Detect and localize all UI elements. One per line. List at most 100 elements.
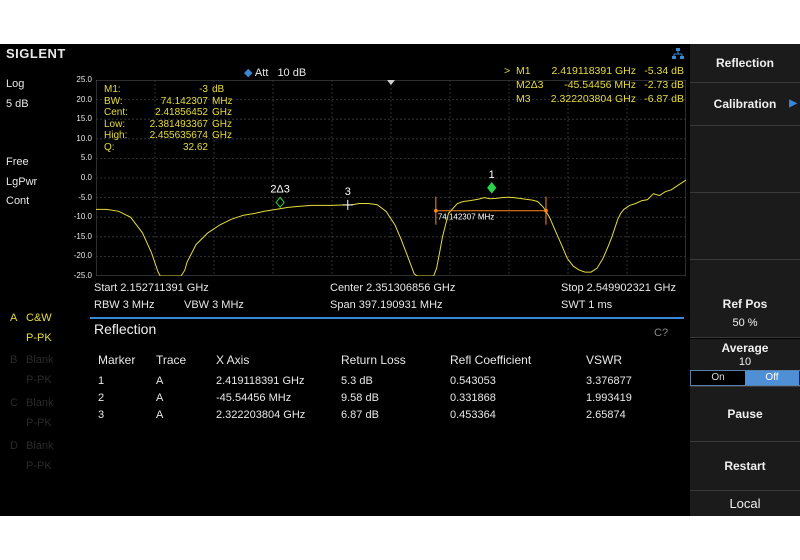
y-tick-label: 0.0	[80, 173, 92, 182]
trace-a-mode: P-PK	[26, 332, 52, 344]
calibration-button[interactable]: Calibration ▶	[690, 83, 800, 126]
bw-measure-row: Cent: 2.41856452 GHz	[104, 107, 254, 119]
reflection-button[interactable]: Reflection	[690, 44, 800, 83]
bw-measure-value: 2.41856452	[155, 107, 208, 119]
average-label: Average	[721, 341, 769, 355]
marker-2Δ3-symbol	[275, 196, 285, 209]
y-tick-label: -10.0	[73, 212, 92, 222]
marker-readout: > M1 2.419118391 GHz -5.34 dB M2Δ3 -45.54456 …	[504, 64, 684, 106]
marker-readout-row[interactable]: M3 2.322203804 GHz -6.87 dB	[504, 92, 684, 106]
marker-level: -2.73 dB	[644, 79, 684, 91]
bw-measure-unit: dB	[212, 84, 225, 95]
trace-b-mode: P-PK	[26, 374, 52, 386]
average-toggle[interactable]: On Off	[690, 370, 800, 386]
sweep-time[interactable]: SWT 1 ms	[561, 299, 612, 311]
bw-measure-unit: GHz	[212, 118, 232, 130]
att-diamond-icon: ◆	[244, 67, 253, 79]
marker-1-symbol	[487, 181, 497, 194]
y-tick-label: 25.0	[76, 75, 92, 84]
trace-a-id[interactable]: A	[10, 312, 17, 324]
bw-measure-label: BW:	[104, 95, 123, 107]
ref-pos-button[interactable]: Ref Pos 50 %	[690, 290, 800, 338]
table-header-cell: VSWR	[586, 353, 622, 367]
sweep-mode: Cont	[6, 195, 30, 207]
restart-button[interactable]: Restart	[690, 442, 800, 491]
bw-measure-row: M1: -3 dB	[104, 84, 254, 96]
bw-measure-value: 2.381493367	[149, 118, 208, 130]
trace-a-type[interactable]: C&W	[26, 312, 52, 324]
table-cell: A	[156, 409, 164, 421]
marker-readout-row[interactable]: > M1 2.419118391 GHz -5.34 dB	[504, 64, 684, 78]
table-cell: 5.3 dB	[341, 375, 373, 387]
trace-c-type[interactable]: Blank	[26, 397, 54, 409]
bw-measure-row: High: 2.455635674 GHz	[104, 130, 254, 142]
y-tick-label: 15.0	[76, 114, 92, 124]
bw-measure-box: M1: -3 dB BW: 74.142307 MHz Cent: 2.41856452 GHz…	[104, 84, 254, 154]
bw-line-label: 74.142307 MHz	[438, 213, 494, 222]
scale-type: Log	[6, 78, 25, 90]
table-cell: 2.419118391 GHz	[216, 375, 305, 387]
marker-readout-row[interactable]: M2Δ3 -45.54456 MHz -2.73 dB	[504, 78, 684, 92]
marker-active-prefix: >	[504, 65, 511, 77]
att-indicator[interactable]: ◆ Att 10 dB	[244, 66, 306, 79]
y-tick-label: -15.0	[73, 231, 92, 241]
average-off-option[interactable]: Off	[745, 371, 799, 385]
table-header-cell: Refl Coefficient	[450, 353, 532, 367]
calibration-label: Calibration	[713, 97, 777, 111]
marker-level: -5.34 dB	[644, 65, 684, 77]
bw-measure-row: Low: 2.381493367 GHz	[104, 119, 254, 131]
bw-measure-row: BW: 74.142307 MHz	[104, 96, 254, 108]
bw-measure-label: M1:	[104, 84, 121, 95]
bw-measure-label: Cent:	[104, 107, 128, 119]
vbw[interactable]: VBW 3 MHz	[184, 299, 244, 311]
bw-measure-value: 2.455635674	[149, 130, 208, 142]
table-cell: 3	[98, 409, 105, 421]
table-header-cell: X Axis	[216, 353, 250, 367]
start-freq[interactable]: Start 2.152711391 GHz	[94, 282, 209, 294]
trace-b-type[interactable]: Blank	[26, 354, 54, 366]
trace-c-id[interactable]: C	[10, 397, 18, 409]
bw-measure-row: Q: 32.62	[104, 142, 254, 154]
trace-b-id[interactable]: B	[10, 354, 17, 366]
marker-frequency: 2.419118391 GHz	[551, 65, 636, 77]
table-cell: -45.54456 MHz	[216, 392, 292, 404]
rbw[interactable]: RBW 3 MHz	[94, 299, 155, 311]
table-cell: 1	[98, 375, 105, 387]
local-button[interactable]: Local	[690, 491, 800, 516]
trace-d-type[interactable]: Blank	[26, 440, 54, 452]
table-header-cell: Trace	[156, 353, 187, 367]
trace-d-mode: P-PK	[26, 460, 52, 472]
center-freq[interactable]: Center 2.351306856 GHz	[330, 282, 455, 294]
analyzer-screen: SIGLENT Log 5 dB Free LgPwr Cont A C&W P…	[0, 44, 800, 516]
empty-softkey-2[interactable]	[690, 193, 800, 260]
submenu-arrow-icon: ▶	[789, 98, 797, 109]
table-header-cell: Marker	[98, 353, 136, 367]
ref-pos-label: Ref Pos	[722, 297, 768, 311]
empty-softkey-1[interactable]	[690, 126, 800, 193]
marker-name: M1	[516, 65, 531, 77]
pause-button[interactable]: Pause	[690, 387, 800, 442]
table-cell: 2.65874	[586, 409, 626, 421]
span[interactable]: Span 397.190931 MHz	[330, 299, 443, 311]
y-tick-label: 5.0	[80, 153, 92, 163]
table-cell: 1.993419	[586, 392, 632, 404]
panel-divider	[90, 317, 684, 319]
stop-freq[interactable]: Stop 2.549902321 GHz	[561, 282, 676, 294]
trace-d-id[interactable]: D	[10, 440, 18, 452]
y-tick-label: -20.0	[73, 251, 92, 261]
bw-measure-unit: GHz	[212, 130, 232, 142]
bw-measure-unit: GHz	[212, 107, 232, 119]
table-cell: 3.376877	[586, 375, 632, 387]
siglent-logo: SIGLENT	[6, 46, 66, 61]
average-on-option[interactable]: On	[691, 371, 745, 385]
network-icon	[672, 47, 684, 59]
reflection-title: Reflection	[94, 321, 157, 337]
bw-high-point	[544, 208, 548, 213]
marker-1-label: 1	[489, 169, 495, 181]
bw-measure-label: Q:	[104, 141, 115, 153]
table-cell: 6.87 dB	[341, 409, 379, 421]
table-header-cell: Return Loss	[341, 353, 406, 367]
detector-mode: LgPwr	[6, 176, 38, 188]
table-cell: 0.453364	[450, 409, 496, 421]
bw-measure-unit: MHz	[212, 95, 233, 107]
